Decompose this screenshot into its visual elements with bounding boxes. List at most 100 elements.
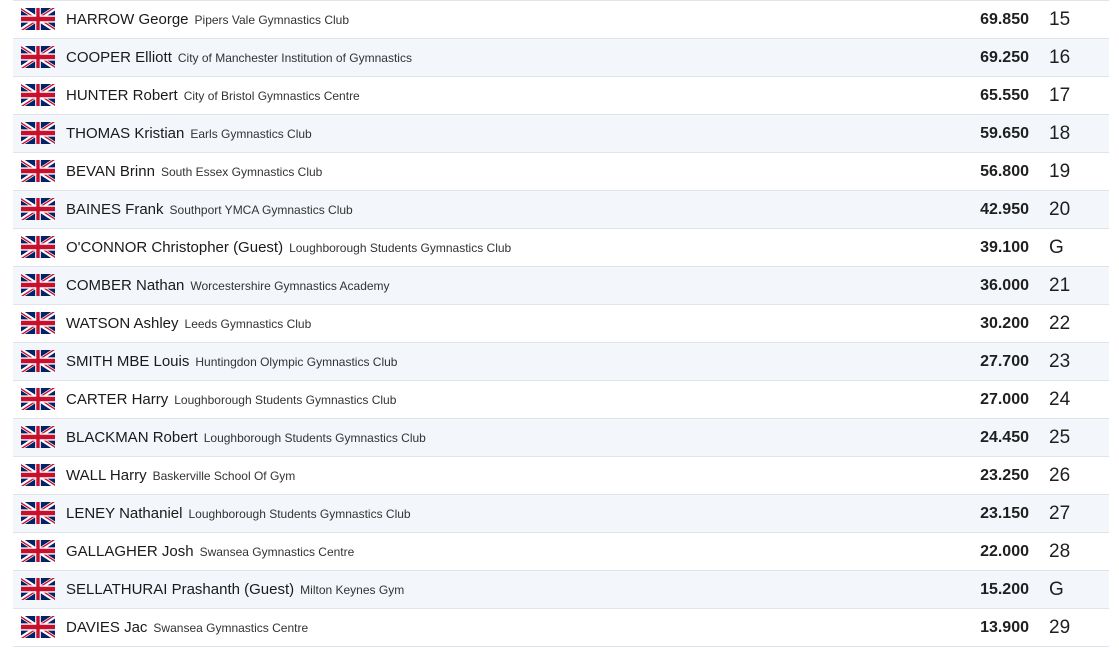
result-row-9[interactable]: WATSON Ashley Leeds Gymnastics Club 30.2… [13, 305, 1109, 343]
score: 65.550 [980, 86, 1029, 104]
result-row-14[interactable]: LENEY Nathaniel Loughborough Students Gy… [13, 495, 1109, 533]
union-jack-flag-icon [21, 426, 55, 448]
result-row-17[interactable]: DAVIES Jac Swansea Gymnastics Centre 13.… [13, 609, 1109, 647]
score: 30.200 [980, 314, 1029, 332]
athlete-info: BLACKMAN Robert Loughborough Students Gy… [66, 419, 426, 456]
result-row-3[interactable]: HUNTER Robert City of Bristol Gymnastics… [13, 77, 1109, 115]
rank: 21 [1049, 274, 1071, 296]
result-row-10[interactable]: SMITH MBE Louis Huntingdon Olympic Gymna… [13, 343, 1109, 381]
rank: 23 [1049, 350, 1071, 372]
club-name: Swansea Gymnastics Centre [153, 620, 309, 635]
result-row-1[interactable]: HARROW George Pipers Vale Gymnastics Clu… [13, 1, 1109, 39]
score: 69.250 [980, 48, 1029, 66]
score: 15.200 [980, 580, 1029, 598]
rank: 18 [1049, 122, 1071, 144]
result-row-11[interactable]: CARTER Harry Loughborough Students Gymna… [13, 381, 1109, 419]
union-jack-flag-icon [21, 8, 55, 30]
athlete-name[interactable]: SELLATHURAI Prashanth (Guest) [66, 581, 294, 598]
union-jack-flag-icon [21, 198, 55, 220]
club-name: Leeds Gymnastics Club [184, 316, 312, 331]
club-name: Pipers Vale Gymnastics Club [194, 12, 350, 27]
score: 36.000 [980, 276, 1029, 294]
rank: 19 [1049, 160, 1071, 182]
athlete-name[interactable]: SMITH MBE Louis [66, 353, 189, 370]
rank: 27 [1049, 502, 1071, 524]
athlete-name[interactable]: COOPER Elliott [66, 49, 172, 66]
result-row-5[interactable]: BEVAN Brinn South Essex Gymnastics Club … [13, 153, 1109, 191]
athlete-info: SELLATHURAI Prashanth (Guest) Milton Key… [66, 571, 404, 608]
result-row-12[interactable]: BLACKMAN Robert Loughborough Students Gy… [13, 419, 1109, 457]
union-jack-flag-icon [21, 46, 55, 68]
athlete-name[interactable]: BAINES Frank [66, 201, 164, 218]
athlete-name[interactable]: THOMAS Kristian [66, 125, 184, 142]
score: 27.000 [980, 390, 1029, 408]
rank: G [1049, 236, 1064, 258]
rank: G [1049, 578, 1064, 600]
result-row-13[interactable]: WALL Harry Baskerville School Of Gym 23.… [13, 457, 1109, 495]
union-jack-flag-icon [21, 350, 55, 372]
athlete-name[interactable]: DAVIES Jac [66, 619, 147, 636]
club-name: Loughborough Students Gymnastics Club [289, 240, 512, 255]
club-name: Swansea Gymnastics Centre [199, 544, 355, 559]
result-row-6[interactable]: BAINES Frank Southport YMCA Gymnastics C… [13, 191, 1109, 229]
score: 24.450 [980, 428, 1029, 446]
result-row-7[interactable]: O'CONNOR Christopher (Guest) Loughboroug… [13, 229, 1109, 267]
score: 69.850 [980, 10, 1029, 28]
athlete-name[interactable]: HARROW George [66, 11, 189, 28]
score: 56.800 [980, 162, 1029, 180]
club-name: Baskerville School Of Gym [152, 468, 296, 483]
club-name: Huntingdon Olympic Gymnastics Club [195, 354, 398, 369]
athlete-info: LENEY Nathaniel Loughborough Students Gy… [66, 495, 411, 532]
athlete-name[interactable]: HUNTER Robert [66, 87, 178, 104]
athlete-name[interactable]: CARTER Harry [66, 391, 168, 408]
score: 27.700 [980, 352, 1029, 370]
athlete-name[interactable]: BEVAN Brinn [66, 163, 155, 180]
rank: 24 [1049, 388, 1071, 410]
union-jack-flag-icon [21, 388, 55, 410]
union-jack-flag-icon [21, 616, 55, 638]
athlete-info: WALL Harry Baskerville School Of Gym [66, 457, 295, 494]
club-name: South Essex Gymnastics Club [160, 164, 323, 179]
athlete-info: DAVIES Jac Swansea Gymnastics Centre [66, 609, 308, 646]
club-name: Loughborough Students Gymnastics Club [188, 506, 411, 521]
athlete-name[interactable]: GALLAGHER Josh [66, 543, 194, 560]
result-row-8[interactable]: COMBER Nathan Worcestershire Gymnastics … [13, 267, 1109, 305]
club-name: Earls Gymnastics Club [190, 126, 312, 141]
result-row-4[interactable]: THOMAS Kristian Earls Gymnastics Club 59… [13, 115, 1109, 153]
score: 22.000 [980, 542, 1029, 560]
athlete-info: THOMAS Kristian Earls Gymnastics Club [66, 115, 312, 152]
club-name: Milton Keynes Gym [300, 582, 405, 597]
results-list: HARROW George Pipers Vale Gymnastics Clu… [13, 0, 1109, 647]
rank: 17 [1049, 84, 1071, 106]
result-row-2[interactable]: COOPER Elliott City of Manchester Instit… [13, 39, 1109, 77]
union-jack-flag-icon [21, 160, 55, 182]
athlete-info: BEVAN Brinn South Essex Gymnastics Club [66, 153, 322, 190]
athlete-name[interactable]: COMBER Nathan [66, 277, 184, 294]
athlete-name[interactable]: BLACKMAN Robert [66, 429, 198, 446]
rank: 26 [1049, 464, 1071, 486]
score: 23.150 [980, 504, 1029, 522]
rank: 20 [1049, 198, 1071, 220]
score: 42.950 [980, 200, 1029, 218]
athlete-name[interactable]: WATSON Ashley [66, 315, 179, 332]
club-name: City of Bristol Gymnastics Centre [183, 88, 360, 103]
club-name: Southport YMCA Gymnastics Club [169, 202, 353, 217]
athlete-info: O'CONNOR Christopher (Guest) Loughboroug… [66, 229, 511, 266]
result-row-15[interactable]: GALLAGHER Josh Swansea Gymnastics Centre… [13, 533, 1109, 571]
rank: 25 [1049, 426, 1071, 448]
union-jack-flag-icon [21, 502, 55, 524]
score: 39.100 [980, 238, 1029, 256]
union-jack-flag-icon [21, 312, 55, 334]
union-jack-flag-icon [21, 236, 55, 258]
union-jack-flag-icon [21, 84, 55, 106]
athlete-info: GALLAGHER Josh Swansea Gymnastics Centre [66, 533, 354, 570]
athlete-name[interactable]: O'CONNOR Christopher (Guest) [66, 239, 283, 256]
athlete-info: COMBER Nathan Worcestershire Gymnastics … [66, 267, 390, 304]
result-row-16[interactable]: SELLATHURAI Prashanth (Guest) Milton Key… [13, 571, 1109, 609]
athlete-info: SMITH MBE Louis Huntingdon Olympic Gymna… [66, 343, 397, 380]
athlete-name[interactable]: WALL Harry [66, 467, 147, 484]
athlete-info: BAINES Frank Southport YMCA Gymnastics C… [66, 191, 353, 228]
club-name: City of Manchester Institution of Gymnas… [177, 50, 412, 65]
athlete-info: WATSON Ashley Leeds Gymnastics Club [66, 305, 311, 342]
athlete-name[interactable]: LENEY Nathaniel [66, 505, 182, 522]
